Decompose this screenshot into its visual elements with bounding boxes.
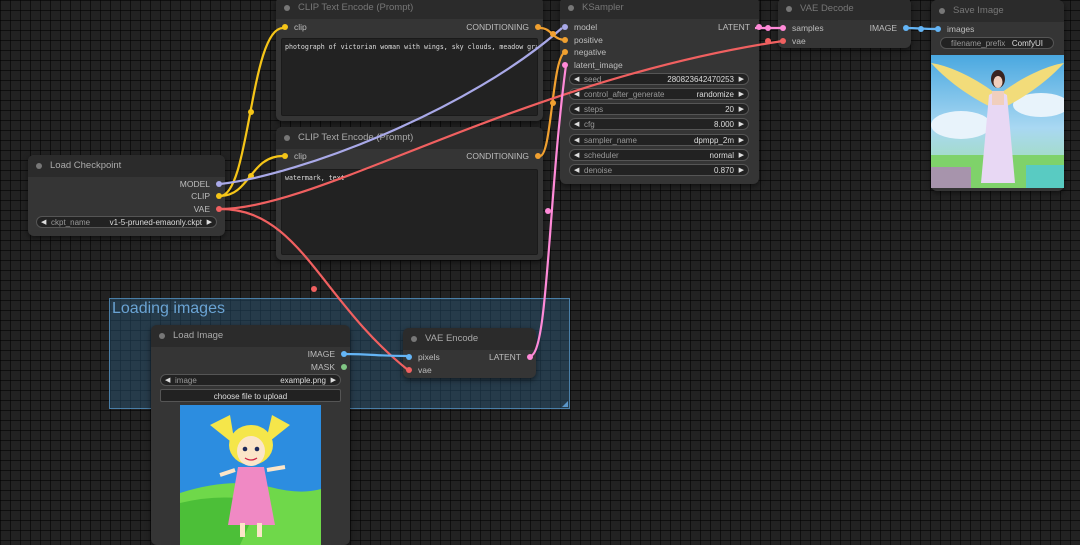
input-clip[interactable]: clip	[282, 150, 307, 162]
denoise-widget[interactable]: ◀ denoise 0.870 ▶	[569, 164, 749, 176]
output-conditioning[interactable]: CONDITIONING	[466, 150, 541, 162]
wire-clip-1	[219, 26, 284, 198]
choose-file-button[interactable]: choose file to upload	[160, 389, 341, 402]
chevron-left-icon[interactable]: ◀	[574, 74, 579, 86]
node-vae-encode[interactable]: VAE Encode pixels vae LATENT	[403, 328, 536, 378]
node-vae-decode[interactable]: VAE Decode samples vae IMAGE	[778, 0, 911, 48]
input-pixels[interactable]: pixels	[406, 351, 440, 363]
ckpt-name-select[interactable]: ◀ ckpt_name v1-5-pruned-emaonly.ckpt ▶	[36, 216, 217, 228]
sampler-name-widget[interactable]: ◀ sampler_name dpmpp_2m ▶	[569, 134, 749, 146]
chevron-left-icon[interactable]: ◀	[574, 119, 579, 131]
chevron-right-icon[interactable]: ▶	[739, 104, 744, 116]
prompt-textarea[interactable]: photograph of victorian woman with wings…	[281, 38, 538, 116]
input-images[interactable]: images	[935, 23, 974, 35]
input-vae[interactable]: vae	[406, 364, 432, 376]
chevron-right-icon[interactable]: ▶	[739, 150, 744, 162]
output-image[interactable]: IMAGE	[870, 22, 909, 34]
output-vae[interactable]: VAE	[194, 203, 222, 215]
chevron-left-icon[interactable]: ◀	[574, 89, 579, 101]
node-title[interactable]: KSampler	[560, 0, 759, 19]
chevron-right-icon[interactable]: ▶	[331, 375, 336, 387]
output-mask[interactable]: MASK	[311, 361, 347, 373]
image-select-widget[interactable]: ◀ image example.png ▶	[160, 374, 341, 386]
output-latent[interactable]: LATENT	[489, 351, 533, 363]
node-load-image[interactable]: Load Image IMAGE MASK ◀ image example.pn…	[151, 325, 350, 545]
group-resize-handle[interactable]	[562, 401, 568, 407]
output-conditioning[interactable]: CONDITIONING	[466, 21, 541, 33]
filename-prefix-widget[interactable]: filename_prefix ComfyUI	[940, 37, 1054, 49]
chevron-right-icon[interactable]: ▶	[739, 119, 744, 131]
node-title[interactable]: VAE Encode	[403, 328, 536, 350]
chevron-right-icon[interactable]: ▶	[739, 89, 744, 101]
node-title[interactable]: Load Checkpoint	[28, 155, 225, 177]
steps-widget[interactable]: ◀ steps 20 ▶	[569, 103, 749, 115]
input-samples[interactable]: samples	[780, 22, 824, 34]
chevron-left-icon[interactable]: ◀	[574, 150, 579, 162]
chevron-right-icon[interactable]: ▶	[739, 165, 744, 177]
output-image-preview[interactable]	[931, 55, 1064, 188]
node-title[interactable]: CLIP Text Encode (Prompt)	[276, 127, 543, 149]
control-after-generate-widget[interactable]: ◀ control_after_generate randomize ▶	[569, 88, 749, 100]
input-latent-image[interactable]: latent_image	[562, 59, 623, 71]
chevron-right-icon[interactable]: ▶	[739, 74, 744, 86]
node-clip-text-encode-positive[interactable]: CLIP Text Encode (Prompt) clip CONDITION…	[276, 0, 543, 121]
node-title[interactable]: CLIP Text Encode (Prompt)	[276, 0, 543, 19]
input-negative[interactable]: negative	[562, 46, 606, 58]
node-clip-text-encode-negative[interactable]: CLIP Text Encode (Prompt) clip CONDITION…	[276, 127, 543, 260]
input-clip[interactable]: clip	[282, 21, 307, 33]
chevron-left-icon[interactable]: ◀	[574, 104, 579, 116]
prompt-textarea[interactable]: watermark, text	[281, 169, 538, 255]
output-image[interactable]: IMAGE	[308, 348, 347, 360]
chevron-left-icon[interactable]: ◀	[165, 375, 170, 387]
node-load-checkpoint[interactable]: Load Checkpoint MODEL CLIP VAE ◀ ckpt_na…	[28, 155, 225, 236]
node-title[interactable]: Save Image	[931, 0, 1064, 22]
chevron-right-icon[interactable]: ▶	[207, 217, 212, 229]
node-save-image[interactable]: Save Image images filename_prefix ComfyU…	[931, 0, 1064, 191]
chevron-left-icon[interactable]: ◀	[574, 135, 579, 147]
seed-widget[interactable]: ◀ seed 280823642470253 ▶	[569, 73, 749, 85]
chevron-left-icon[interactable]: ◀	[574, 165, 579, 177]
input-image-preview[interactable]	[180, 405, 321, 545]
scheduler-widget[interactable]: ◀ scheduler normal ▶	[569, 149, 749, 161]
wire-clip-2	[219, 154, 284, 198]
output-latent[interactable]: LATENT	[718, 21, 762, 33]
node-title[interactable]: Load Image	[151, 325, 350, 347]
output-model[interactable]: MODEL	[180, 178, 222, 190]
node-title[interactable]: VAE Decode	[778, 0, 911, 20]
input-model[interactable]: model	[562, 21, 597, 33]
cfg-widget[interactable]: ◀ cfg 8.000 ▶	[569, 118, 749, 130]
input-vae[interactable]: vae	[780, 35, 806, 47]
group-title[interactable]: Loading images	[112, 300, 225, 318]
chevron-right-icon[interactable]: ▶	[739, 135, 744, 147]
input-positive[interactable]: positive	[562, 34, 603, 46]
chevron-left-icon[interactable]: ◀	[41, 217, 46, 229]
output-clip[interactable]: CLIP	[191, 190, 222, 202]
node-ksampler[interactable]: KSampler model positive negative latent_…	[560, 0, 762, 184]
